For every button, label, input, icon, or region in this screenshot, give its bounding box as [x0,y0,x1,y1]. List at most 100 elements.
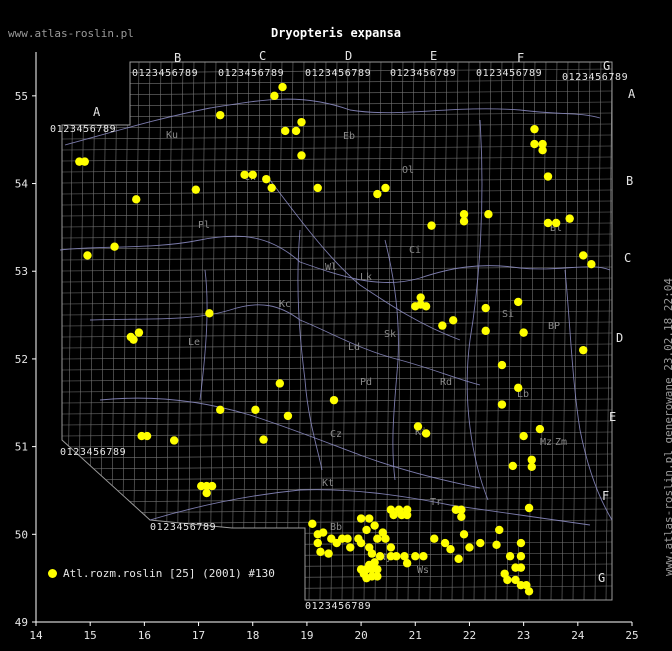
occurrence-dot [508,461,517,471]
occurrence-dot [511,563,520,572]
grid-meridian [220,62,228,600]
grid-meridian [440,62,448,600]
occurrence-dot [367,549,377,558]
occurrence-dot [329,395,339,405]
grid-meridian [594,62,602,600]
y-tick-label: 50 [15,528,28,541]
grid-meridian [110,62,118,600]
occurrence-dot [514,383,523,393]
grid-parallel [62,200,612,206]
x-tick-label: 14 [29,629,43,642]
occurrence-dot [524,503,534,513]
occurrence-dot [80,157,89,166]
x-tick-label: 20 [354,629,367,642]
region-code-label: Ku [166,130,178,141]
x-tick-label: 15 [84,629,97,642]
occurrence-dot [134,328,144,337]
y-tick-label: 49 [15,616,28,629]
grid-meridian [66,62,74,600]
region-code-label: Ol [402,165,414,176]
grid-digit-row: 0123456789 [132,68,198,79]
occurrence-dot [579,345,588,355]
occurrence-dot [543,172,553,181]
x-tick-label: 24 [571,629,585,642]
occurrence-dot [283,411,293,421]
occurrence-dot [370,558,379,567]
grid-parallel [62,288,612,294]
occurrence-dot [275,379,285,388]
grid-letter-right: F [602,489,609,503]
occurrence-dot [505,552,515,561]
occurrence-dot [459,217,469,226]
grid-parallel [62,409,612,415]
grid-meridian [286,62,294,600]
grid-meridian [583,62,591,600]
region-code-label: Si [502,309,514,320]
grid-parallel [62,497,612,503]
grid-meridian [264,62,272,600]
occurrence-dot [83,251,92,260]
grid-letter-top: D [345,49,352,63]
occurrence-dot [476,538,485,548]
region-code-label: Rd [440,377,452,388]
occurrence-dot [516,552,526,561]
grid-meridian [154,62,162,600]
grid-letter-top: F [517,51,524,65]
x-tick-label: 22 [463,629,476,642]
occurrence-dot [538,146,547,155]
grid-parallel [62,156,612,162]
occurrence-dot [535,424,545,434]
grid-digit-row: 0123456789 [218,68,284,79]
grid-parallel [62,233,612,239]
grid-parallel [62,321,612,327]
occurrence-dot [324,549,333,558]
occurrence-dot [543,218,553,228]
occurrence-dot [587,260,596,269]
region-border [199,269,208,401]
occurrence-dot [516,538,526,548]
occurrence-dot [297,151,306,160]
x-tick-label: 19 [300,629,313,642]
grid-parallel [62,134,612,140]
occurrence-dot [524,587,534,596]
grid-digit-row: 0123456789 [305,601,371,612]
region-code-label: Ci [409,245,421,256]
grid-meridian [407,62,415,600]
occurrence-dot [365,514,374,523]
grid-meridian [297,62,305,600]
occurrence-dot [259,435,268,444]
occurrence-dot [318,528,328,537]
grid-digit-row: 0123456789 [60,447,126,458]
grid-parallel [62,376,612,382]
occurrence-dot [402,505,412,514]
grid-meridian [165,62,173,600]
occurrence-dot [402,559,412,568]
grid-parallel [62,112,612,118]
grid-meridian [308,62,316,600]
legend-dot-icon [48,569,57,578]
region-code-label: Eb [343,131,355,142]
grid-letter-top: E [430,49,437,63]
grid-parallel [62,365,612,371]
occurrence-dot [202,488,211,498]
region-code-label: Kc [279,299,291,310]
occurrence-dot [378,528,387,537]
occurrence-dot [267,183,276,193]
occurrence-dot [438,321,447,330]
region-code-label: Kt [322,478,334,489]
occurrence-dot [481,326,490,336]
grid-letter-top: B [174,51,181,65]
occurrence-dot [413,422,423,431]
occurrence-dot [503,575,512,585]
y-tick-label: 53 [15,265,28,278]
grid-parallel [62,387,612,393]
grid-letter-right: C [624,251,631,265]
occurrence-dot [386,543,396,552]
grid-parallel [62,343,612,349]
grid-meridian [99,62,107,600]
distribution-map: 14 15 16 17 18 19 20 21 22 23 24 25 49 50 51 52 53 54 55 A B… [15,49,639,642]
occurrence-dot [316,547,325,557]
occurrence-dot [251,405,260,414]
occurrence-dot [530,124,539,134]
occurrence-dot [207,481,217,491]
